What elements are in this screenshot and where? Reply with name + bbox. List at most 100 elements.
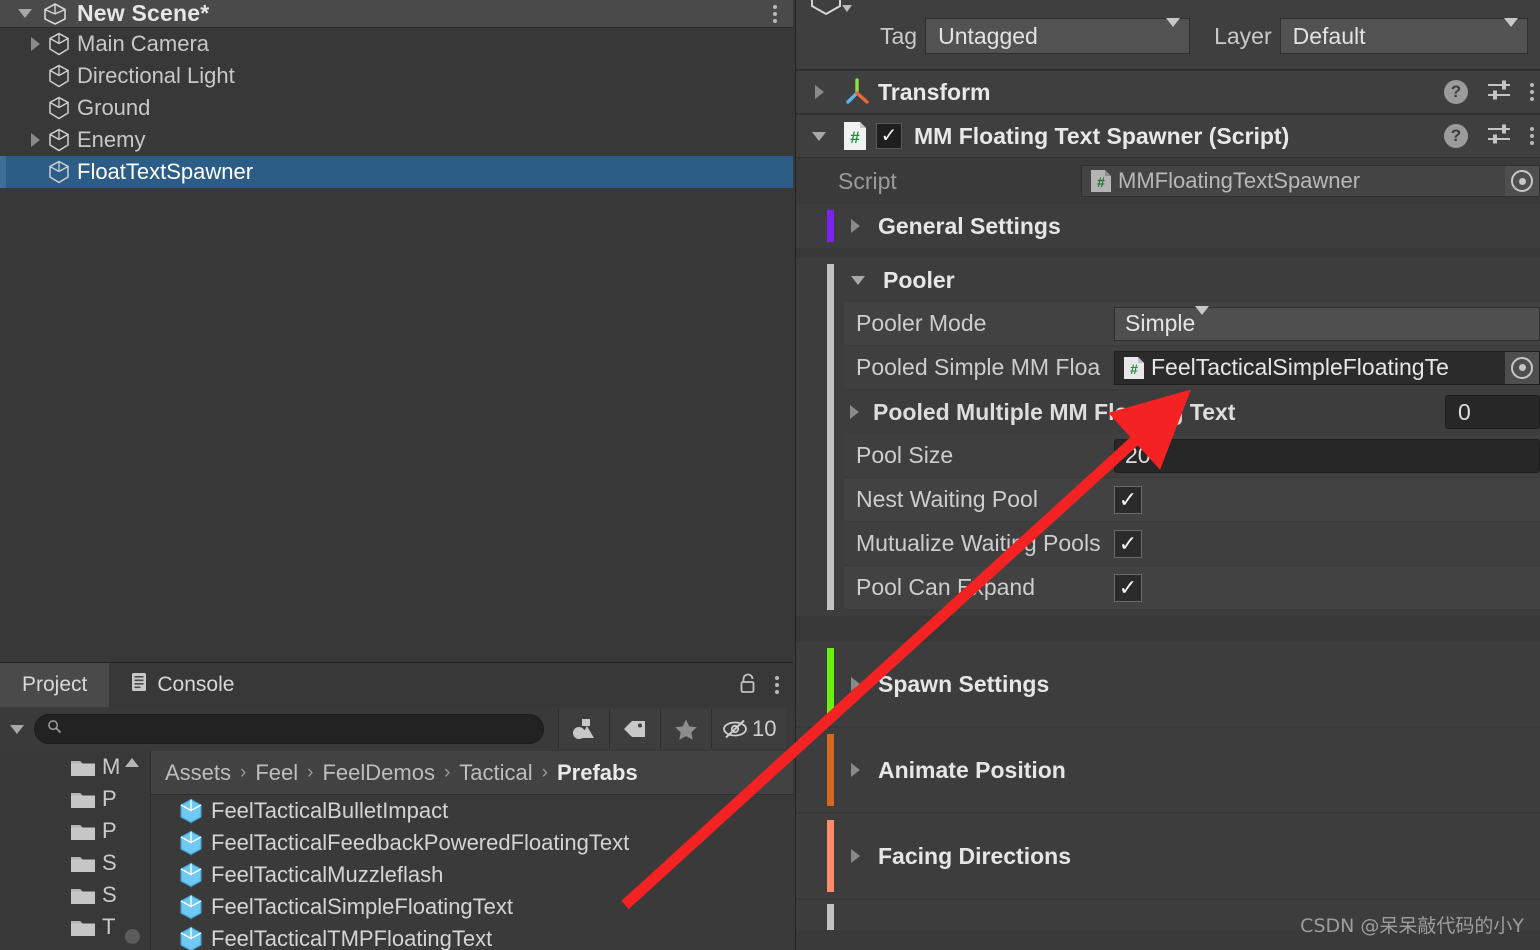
- row-mutualize-waiting-pools: Mutualize Waiting Pools✓: [844, 522, 1540, 566]
- search-input[interactable]: [70, 719, 490, 739]
- asset-list-item[interactable]: FeelTacticalSimpleFloatingText: [151, 891, 793, 923]
- project-search-bar: 10: [0, 707, 793, 751]
- script-hash-icon: #: [842, 121, 868, 151]
- script-object-field[interactable]: # MMFloatingTextSpawner: [1081, 165, 1540, 197]
- breadcrumb-item[interactable]: Tactical: [459, 760, 532, 786]
- scroll-up-caret-icon[interactable]: [124, 755, 140, 773]
- row-control: #FeelTacticalSimpleFloatingTe: [1114, 351, 1540, 385]
- breadcrumb-item[interactable]: Prefabs: [557, 760, 638, 786]
- mutualize-waiting-pools-checkbox[interactable]: ✓: [1114, 530, 1142, 558]
- section-title: Pooler: [883, 267, 955, 294]
- scene-expand-arrow[interactable]: [18, 9, 32, 18]
- help-icon[interactable]: ?: [1444, 124, 1468, 148]
- component-spawner-header[interactable]: # ✓ MM Floating Text Spawner (Script) ?: [796, 114, 1540, 158]
- section-expand-arrow[interactable]: [851, 677, 860, 691]
- expand-arrow[interactable]: [22, 133, 48, 147]
- asset-list-item[interactable]: FeelTacticalBulletImpact: [151, 795, 793, 827]
- section-expand-arrow[interactable]: [851, 763, 860, 777]
- folder-tree-scrollbar[interactable]: [122, 751, 142, 950]
- asset-label: FeelTacticalSimpleFloatingText: [211, 894, 513, 920]
- breadcrumb-item[interactable]: Feel: [255, 760, 298, 786]
- hidden-items-icon[interactable]: 10: [711, 709, 786, 749]
- script-field-label: Script: [796, 168, 1081, 195]
- hierarchy-item-main-camera[interactable]: Main Camera: [0, 28, 793, 60]
- tag-layer-row: Tag Untagged Layer Default: [880, 18, 1540, 54]
- project-folder-tree: MPPSSTBlo: [0, 751, 150, 950]
- object-picker-icon[interactable]: [1505, 352, 1539, 384]
- row-control: Simple: [1114, 307, 1540, 341]
- hierarchy-item-enemy[interactable]: Enemy: [0, 124, 793, 156]
- section-accent-bar: [827, 734, 834, 806]
- tab-console[interactable]: Console: [109, 663, 256, 707]
- scroll-thumb[interactable]: [125, 929, 140, 944]
- row-pooled-multiple-mm-floating-text[interactable]: Pooled Multiple MM Floating Text 0: [844, 390, 1540, 434]
- tag-dropdown[interactable]: Untagged: [925, 18, 1190, 54]
- section-expand-arrow[interactable]: [851, 276, 865, 285]
- project-tab-bar: Project Console: [0, 663, 793, 707]
- tag-value: Untagged: [938, 23, 1038, 50]
- project-view-dropdown-arrow[interactable]: [10, 725, 24, 734]
- row-value: FeelTacticalSimpleFloatingTe: [1151, 354, 1449, 381]
- nest-waiting-pool-checkbox[interactable]: ✓: [1114, 486, 1142, 514]
- row-label: Pooled Multiple MM Floating Text: [873, 399, 1235, 426]
- hierarchy-item-label: Ground: [77, 95, 150, 121]
- expand-arrow[interactable]: [22, 37, 48, 51]
- spawner-enabled-checkbox[interactable]: ✓: [876, 123, 902, 149]
- tag-label: Tag: [880, 23, 917, 50]
- section-expand-arrow[interactable]: [851, 849, 860, 863]
- expand-arrow[interactable]: [850, 405, 859, 419]
- hierarchy-item-list: Main CameraDirectional Light Ground Enemy F…: [0, 28, 793, 662]
- hierarchy-item-label: Enemy: [77, 127, 145, 153]
- tab-project[interactable]: Project: [0, 663, 109, 707]
- spawner-kebab-menu-icon[interactable]: [1530, 127, 1534, 145]
- component-transform-header[interactable]: Transform ?: [796, 70, 1540, 114]
- layer-dropdown[interactable]: Default: [1280, 18, 1528, 54]
- section-expand-arrow[interactable]: [851, 219, 860, 233]
- pool-can-expand-checkbox[interactable]: ✓: [1114, 574, 1142, 602]
- filter-by-type-icon[interactable]: [558, 709, 609, 749]
- breadcrumb-item[interactable]: Assets: [165, 760, 231, 786]
- scene-name-label: New Scene*: [77, 0, 209, 27]
- spawner-title: MM Floating Text Spawner (Script): [914, 123, 1289, 150]
- filter-favorites-icon[interactable]: [660, 709, 711, 749]
- pooler-mode-dropdown[interactable]: Simple: [1114, 307, 1540, 341]
- help-icon[interactable]: ?: [1444, 80, 1468, 104]
- lock-open-icon[interactable]: [739, 672, 757, 699]
- section-title: Animate Position: [878, 757, 1066, 784]
- asset-list-item[interactable]: FeelTacticalFeedbackPoweredFloatingText: [151, 827, 793, 859]
- project-kebab-menu-icon[interactable]: [775, 676, 779, 694]
- hierarchy-item-ground[interactable]: Ground: [0, 92, 793, 124]
- pooled-simple-object-field[interactable]: #FeelTacticalSimpleFloatingTe: [1114, 351, 1540, 385]
- asset-label: FeelTacticalMuzzleflash: [211, 862, 443, 888]
- transform-kebab-menu-icon[interactable]: [1530, 83, 1534, 101]
- section-header[interactable]: Pooler: [796, 258, 1540, 302]
- section-header[interactable]: Animate Position: [796, 728, 1540, 812]
- hierarchy-item-floattextspawner[interactable]: FloatTextSpawner: [0, 156, 793, 188]
- preset-settings-icon[interactable]: [1486, 122, 1512, 151]
- section-header[interactable]: Spawn Settings: [796, 642, 1540, 726]
- section-header[interactable]: Facing Directions: [796, 814, 1540, 898]
- row-control: ✓: [1114, 574, 1540, 602]
- transform-expand-arrow[interactable]: [796, 85, 842, 99]
- array-size-field[interactable]: 0: [1445, 395, 1540, 429]
- filter-by-label-icon[interactable]: [609, 709, 660, 749]
- hierarchy-item-directional-light[interactable]: Directional Light: [0, 60, 793, 92]
- layer-label: Layer: [1214, 23, 1272, 50]
- preset-settings-icon[interactable]: [1486, 78, 1512, 107]
- scene-header-row[interactable]: New Scene*: [0, 0, 793, 28]
- section-header[interactable]: General Settings: [796, 204, 1540, 248]
- row-pooler-mode: Pooler ModeSimple: [844, 302, 1540, 346]
- asset-list-item[interactable]: FeelTacticalMuzzleflash: [151, 859, 793, 891]
- pool-size-input[interactable]: 20: [1114, 439, 1540, 473]
- object-picker-icon[interactable]: [1505, 166, 1539, 196]
- row-label: Nest Waiting Pool: [844, 486, 1114, 513]
- hierarchy-kebab-menu-icon[interactable]: [773, 5, 777, 23]
- breadcrumb-item[interactable]: FeelDemos: [322, 760, 434, 786]
- row-label: Mutualize Waiting Pools: [844, 530, 1114, 557]
- search-field-wrapper[interactable]: [34, 714, 544, 744]
- asset-list-item[interactable]: FeelTacticalTMPFloatingText: [151, 923, 793, 950]
- folder-icon: [70, 821, 96, 841]
- folder-icon: [70, 853, 96, 873]
- spawner-header-actions: ?: [1444, 115, 1534, 157]
- spawner-expand-arrow[interactable]: [796, 132, 842, 141]
